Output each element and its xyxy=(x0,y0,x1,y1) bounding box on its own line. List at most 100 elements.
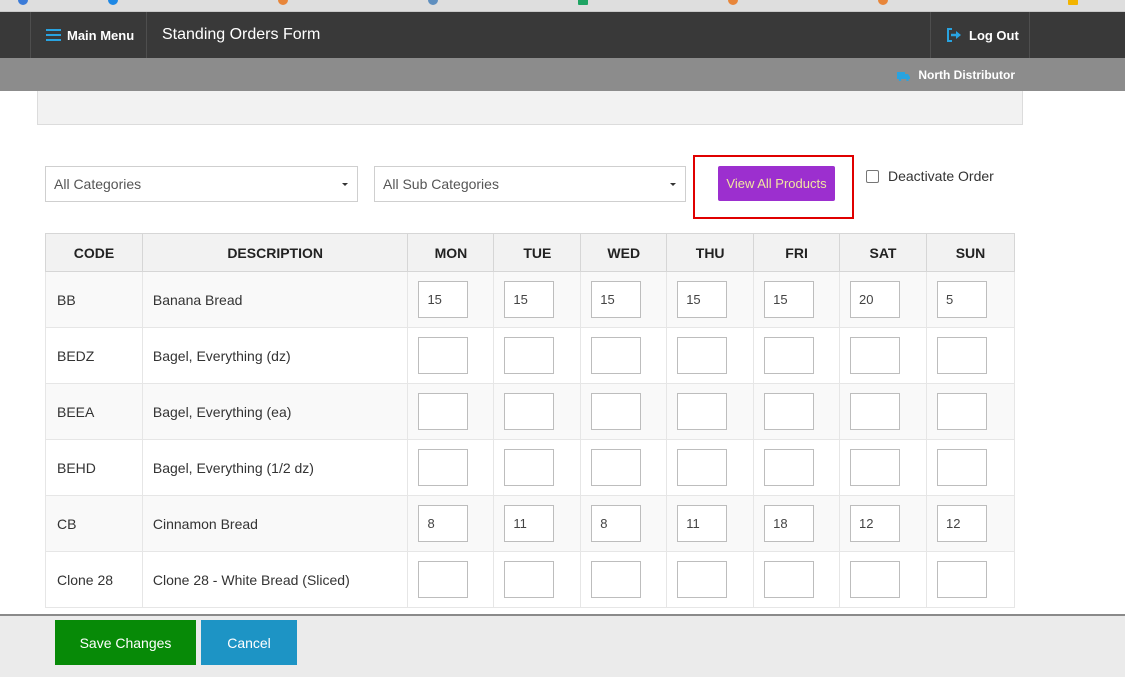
table-row: Clone 28 Clone 28 - White Bread (Sliced) xyxy=(45,551,1016,608)
browser-tab-icon xyxy=(1068,0,1078,5)
page-title: Standing Orders Form xyxy=(162,26,321,43)
column-header-description: DESCRIPTION xyxy=(141,233,409,272)
top-navigation-bar: Main Menu Standing Orders Form Log Out xyxy=(0,12,1125,58)
info-panel xyxy=(37,91,1023,125)
save-changes-button[interactable]: Save Changes xyxy=(55,620,196,665)
column-header-tue: TUE xyxy=(493,233,582,272)
logout-icon xyxy=(946,28,962,42)
product-code: BEHD xyxy=(45,439,143,496)
distributor-name: North Distributor xyxy=(918,67,1015,82)
action-footer: Save Changes Cancel xyxy=(0,614,1125,677)
qty-input-sun[interactable] xyxy=(936,505,987,542)
column-header-code: CODE xyxy=(45,233,143,272)
qty-input-sun[interactable] xyxy=(936,561,987,598)
product-description: Banana Bread xyxy=(142,271,409,328)
deactivate-order-checkbox[interactable] xyxy=(866,169,879,183)
qty-input-mon[interactable] xyxy=(418,449,469,486)
column-header-thu: THU xyxy=(666,233,755,272)
qty-input-sat[interactable] xyxy=(850,505,901,542)
product-description: Clone 28 - White Bread (Sliced) xyxy=(142,551,409,608)
qty-input-thu[interactable] xyxy=(677,561,728,598)
browser-tab-icon xyxy=(278,0,288,5)
qty-input-tue[interactable] xyxy=(504,281,555,318)
qty-input-tue[interactable] xyxy=(504,337,555,374)
truck-icon xyxy=(897,70,911,82)
qty-input-wed[interactable] xyxy=(591,281,642,318)
browser-tab-icon xyxy=(728,0,738,5)
qty-input-wed[interactable] xyxy=(591,505,642,542)
column-header-sun: SUN xyxy=(925,233,1016,272)
caret-down-icon xyxy=(670,183,676,186)
qty-input-sun[interactable] xyxy=(936,393,987,430)
qty-input-mon[interactable] xyxy=(418,337,469,374)
browser-tab-icon xyxy=(18,0,28,5)
caret-down-icon xyxy=(342,183,348,186)
qty-input-wed[interactable] xyxy=(591,449,642,486)
logout-button[interactable]: Log Out xyxy=(930,12,1030,58)
qty-input-fri[interactable] xyxy=(764,449,815,486)
column-header-fri: FRI xyxy=(753,233,841,272)
qty-input-tue[interactable] xyxy=(504,393,555,430)
qty-input-mon[interactable] xyxy=(418,505,469,542)
qty-input-tue[interactable] xyxy=(504,561,555,598)
browser-tab-icon xyxy=(108,0,118,5)
column-header-sat: SAT xyxy=(839,233,927,272)
browser-tab-icon xyxy=(878,0,888,5)
column-header-mon: MON xyxy=(407,233,495,272)
view-all-products-button[interactable]: View All Products xyxy=(718,166,835,201)
qty-input-sat[interactable] xyxy=(850,561,901,598)
qty-input-sat[interactable] xyxy=(850,337,901,374)
main-menu-button[interactable]: Main Menu xyxy=(30,12,147,58)
qty-input-fri[interactable] xyxy=(764,337,815,374)
logout-label: Log Out xyxy=(969,27,1019,43)
qty-input-sun[interactable] xyxy=(936,449,987,486)
qty-input-sat[interactable] xyxy=(850,281,901,318)
qty-input-thu[interactable] xyxy=(677,281,728,318)
qty-input-mon[interactable] xyxy=(418,393,469,430)
table-row: CB Cinnamon Bread xyxy=(45,495,1016,552)
qty-input-thu[interactable] xyxy=(677,505,728,542)
table-header-row: CODE DESCRIPTION MON TUE WED THU FRI SAT… xyxy=(45,233,1016,272)
qty-input-mon[interactable] xyxy=(418,281,469,318)
category-select[interactable]: All Categories xyxy=(45,166,358,202)
product-description: Bagel, Everything (1/2 dz) xyxy=(142,439,409,496)
browser-tab-icon xyxy=(428,0,438,5)
qty-input-thu[interactable] xyxy=(677,449,728,486)
qty-input-sat[interactable] xyxy=(850,393,901,430)
qty-input-fri[interactable] xyxy=(764,393,815,430)
qty-input-tue[interactable] xyxy=(504,505,555,542)
column-header-wed: WED xyxy=(580,233,668,272)
qty-input-fri[interactable] xyxy=(764,561,815,598)
qty-input-sun[interactable] xyxy=(936,281,987,318)
table-row: BB Banana Bread xyxy=(45,271,1016,328)
hamburger-icon xyxy=(46,29,61,41)
product-code: Clone 28 xyxy=(45,551,143,608)
qty-input-thu[interactable] xyxy=(677,393,728,430)
qty-input-sat[interactable] xyxy=(850,449,901,486)
product-description: Cinnamon Bread xyxy=(142,495,409,552)
deactivate-order-option[interactable]: Deactivate Order xyxy=(866,168,994,184)
cancel-button[interactable]: Cancel xyxy=(201,620,297,665)
deactivate-order-label: Deactivate Order xyxy=(888,168,994,184)
product-code: BEEA xyxy=(45,383,143,440)
table-row: BEEA Bagel, Everything (ea) xyxy=(45,383,1016,440)
qty-input-tue[interactable] xyxy=(504,449,555,486)
product-code: CB xyxy=(45,495,143,552)
product-code: BEDZ xyxy=(45,327,143,384)
table-row: BEHD Bagel, Everything (1/2 dz) xyxy=(45,439,1016,496)
product-description: Bagel, Everything (ea) xyxy=(142,383,409,440)
qty-input-wed[interactable] xyxy=(591,561,642,598)
table-row: BEDZ Bagel, Everything (dz) xyxy=(45,327,1016,384)
qty-input-thu[interactable] xyxy=(677,337,728,374)
main-menu-label: Main Menu xyxy=(67,27,135,43)
sub-category-select[interactable]: All Sub Categories xyxy=(374,166,686,202)
qty-input-wed[interactable] xyxy=(591,393,642,430)
distributor-indicator: North Distributor xyxy=(897,58,1015,91)
qty-input-mon[interactable] xyxy=(418,561,469,598)
product-description: Bagel, Everything (dz) xyxy=(142,327,409,384)
browser-tab-strip xyxy=(0,0,1125,12)
qty-input-fri[interactable] xyxy=(764,505,815,542)
qty-input-wed[interactable] xyxy=(591,337,642,374)
qty-input-sun[interactable] xyxy=(936,337,987,374)
qty-input-fri[interactable] xyxy=(764,281,815,318)
